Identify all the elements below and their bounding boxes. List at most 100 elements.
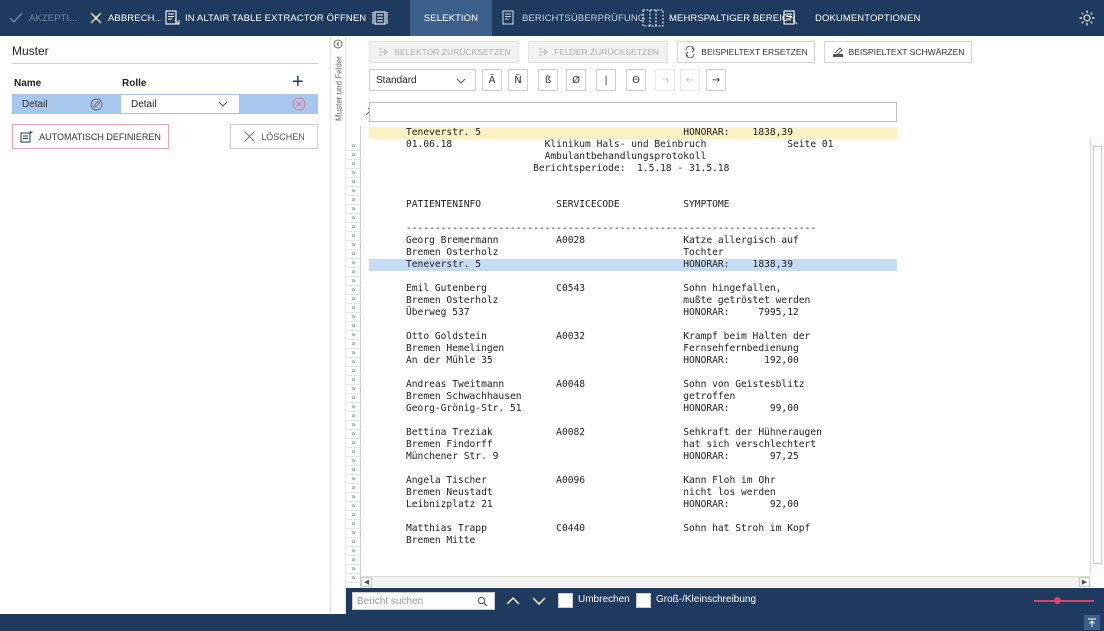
collapse-up-icon [1088,618,1096,627]
tab-selection-label: Selektion [423,12,479,24]
selection-icon-button[interactable] [372,0,388,36]
zoom-slider-handle[interactable] [1054,597,1061,604]
report-line[interactable]: Berichtsperiode: 1.5.18 - 31.5.18 [369,163,897,175]
column-header-name: Name [14,78,42,89]
report-line[interactable]: Bremen Hemelingen Fernsehfernbedienung [369,343,897,355]
report-line[interactable]: Bettina Treziak A0082 Sehkraft der Hühne… [369,427,897,439]
report-line[interactable]: Ambulantbehandlungsprotokoll [369,151,897,163]
report-line[interactable]: Bremen Osterholz mußte getröstet werden [369,295,897,307]
report-line[interactable]: Bremen Osterholz Tochter [369,247,897,259]
char-button-sharp-s[interactable]: ß [538,69,558,91]
report-line[interactable] [369,367,897,379]
close-icon [90,12,102,24]
report-line[interactable]: Georg Bremermann A0028 Katze allergisch … [369,235,897,247]
vertical-scrollbar[interactable] [1090,138,1104,574]
report-line[interactable]: Georg-Grönig-Str. 51 HONORAR: 99,00 [369,403,897,415]
report-line[interactable]: Otto Goldstein A0032 Krampf beim Halten … [369,331,897,343]
report-line[interactable]: PATIENTENINFO SERVICECODE SYMPTOME [369,199,897,211]
reset-fields-label: Felder zurücksetzen [554,47,659,57]
char-button-not[interactable]: ¬ [655,69,675,91]
add-pattern-button[interactable]: + [292,72,304,92]
replace-sample-button[interactable]: Beispieltext ersetzen [677,41,815,63]
report-line[interactable]: Matthias Trapp C0440 Sohn hat Stroh im K… [369,523,897,535]
redact-sample-label: Beispieltext schwärzen [848,47,965,57]
role-select[interactable]: Detail [120,94,240,114]
tab-report-check[interactable]: Berichtsüberprüfung [501,0,645,36]
panel-title: Muster [12,44,49,58]
tab-multicolumn[interactable]: Mehrspaltiger Bereich [642,0,796,36]
report-line[interactable]: Leibnizplatz 21 HONORAR: 92,00 [369,499,897,511]
report-line[interactable] [369,463,897,475]
horizontal-scrollbar[interactable]: ◀ ▶ [361,576,1090,587]
patterns-fields-toggle[interactable]: Muster und Felder [330,36,346,614]
remove-pattern-button[interactable] [292,94,306,114]
wrap-checkbox[interactable] [558,593,573,608]
report-line[interactable]: Überweg 537 HONORAR: 7995,12 [369,307,897,319]
char-button-a-tilde[interactable]: Ã [482,69,502,91]
format-select[interactable]: Standard [369,69,476,91]
selector-input[interactable] [369,102,897,122]
search-icon [477,596,488,607]
report-line[interactable]: Bremen Findorff hat sich verschlechtert [369,439,897,451]
search-next-icon[interactable] [530,592,548,610]
pencil-circle-icon [90,98,103,110]
char-button-left-arrow[interactable]: ← [680,69,700,91]
report-line[interactable] [369,211,897,223]
main-toolbar: Akzepti... Abbrech... In Altair Table Ex… [0,0,1104,36]
char-button-n-tilde[interactable]: Ñ [508,69,528,91]
report-line[interactable]: Bremen Mitte [369,535,897,547]
report-line[interactable] [369,187,897,199]
delete-button[interactable]: Löschen [230,124,318,149]
report-line[interactable]: Emil Gutenberg C0543 Sohn hingefallen, [369,283,897,295]
case-checkbox[interactable] [636,593,651,608]
char-button-right-arrow[interactable]: → [706,69,726,91]
settings-button[interactable] [1078,0,1096,36]
pattern-row[interactable]: Detail Detail [12,94,318,114]
report-check-icon [502,10,514,25]
reset-fields-button[interactable]: Felder zurücksetzen [528,41,668,63]
report-line[interactable] [369,511,897,523]
report-line[interactable]: An der Mühle 35 HONORAR: 192,00 [369,355,897,367]
char-button-o-slash[interactable]: Ø [566,69,586,91]
accept-label: Akzepti... [29,12,78,24]
cancel-button[interactable]: Abbrech... [89,0,163,36]
scroll-left-arrow[interactable]: ◀ [361,577,372,587]
search-input[interactable]: Bericht suchen [352,592,495,610]
report-line[interactable]: Teneverstr. 5 HONORAR: 1838,39 [369,127,897,139]
redact-sample-button[interactable]: Beispieltext schwärzen [824,41,972,63]
chevron-down-icon [456,78,466,84]
scroll-right-arrow[interactable]: ▶ [1079,577,1090,587]
gutter-marker[interactable]: » [346,574,361,583]
chevron-down-icon [218,101,228,107]
report-line[interactable]: Angela Tischer A0096 Kann Floh im Ohr [369,475,897,487]
search-prev-icon[interactable] [504,592,522,610]
scroll-to-top-button[interactable] [1084,615,1100,630]
zoom-slider[interactable] [1034,600,1094,602]
accept-button[interactable]: Akzepti... [8,0,78,36]
vertical-scroll-thumb[interactable] [1093,146,1102,564]
tab-selection[interactable]: Selektion [410,0,492,36]
report-line[interactable] [369,319,897,331]
open-tex-button[interactable]: In Altair Table Extractor öffnen [164,0,366,36]
report-line[interactable]: Teneverstr. 5 HONORAR: 1838,39 [369,259,897,271]
wrap-label: Umbrechen [578,594,630,605]
report-line[interactable]: Bremen Schwachhausen getroffen [369,391,897,403]
reset-selector-button[interactable]: Selektor zurücksetzen [369,41,519,63]
report-line[interactable] [369,175,897,187]
pattern-name: Detail [22,98,48,110]
close-circle-icon [292,97,306,111]
edit-pattern-button[interactable] [90,94,103,114]
report-line[interactable]: Münchener Str. 9 HONORAR: 97,25 [369,451,897,463]
report-line[interactable]: Bremen Neustadt nicht los werden [369,487,897,499]
char-button-pipe[interactable]: | [596,69,616,91]
report-line[interactable] [369,415,897,427]
auto-define-button[interactable]: Automatisch definieren [12,124,169,149]
report-line[interactable]: 01.06.18 Klinikum Hals- und Beinbruch Se… [369,139,897,151]
tab-docoptions[interactable]: Dokumentoptionen [782,0,920,36]
report-line[interactable]: ----------------------------------------… [369,223,897,235]
column-header-role: Rolle [122,78,147,89]
report-line[interactable]: Andreas Tweitmann A0048 Sohn von Geistes… [369,379,897,391]
report-line[interactable] [369,271,897,283]
char-button-theta[interactable]: Θ [626,69,646,91]
pattern-panel: Muster Name Rolle + Detail Detail Automa… [0,36,330,614]
